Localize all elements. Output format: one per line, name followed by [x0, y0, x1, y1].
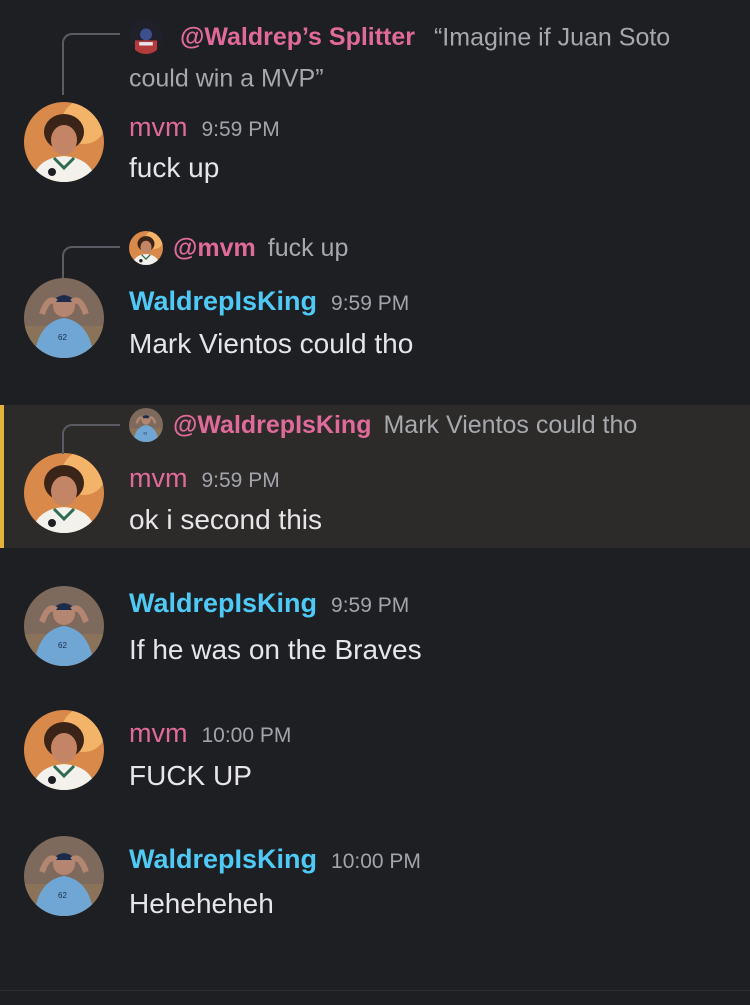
message[interactable]: mvm 10:00 PM FUCK UP	[0, 710, 750, 800]
reply-author[interactable]: @mvm	[173, 234, 256, 263]
username[interactable]: mvm	[129, 463, 187, 494]
message-text: ok i second this	[129, 504, 322, 535]
message-text: Mark Vientos could tho	[129, 328, 414, 359]
timestamp: 9:59 PM	[201, 118, 280, 141]
username[interactable]: mvm	[129, 718, 187, 749]
message-text: FUCK UP	[129, 760, 252, 791]
message[interactable]: WaldrepIsKing 9:59 PM If he was on the B…	[0, 586, 750, 676]
timestamp: 9:59 PM	[201, 469, 280, 492]
username[interactable]: WaldrepIsKing	[129, 844, 317, 875]
message[interactable]: mvm 9:59 PM fuck up	[0, 100, 750, 190]
reply-connector	[62, 424, 120, 454]
waldrep-avatar[interactable]	[24, 586, 104, 666]
message-text: fuck up	[129, 152, 220, 183]
timestamp: 10:00 PM	[331, 850, 421, 873]
reply-preview[interactable]: @Waldrep’s Splitter “Imagine if Juan Sot…	[129, 16, 729, 99]
reply-text[interactable]: Mark Vientos could tho	[383, 411, 637, 440]
message[interactable]: WaldrepIsKing 9:59 PM Mark Vientos could…	[0, 276, 750, 366]
message-text: Heheheheh	[129, 888, 274, 919]
mvm-avatar[interactable]	[24, 102, 104, 182]
username[interactable]: WaldrepIsKing	[129, 588, 317, 619]
message-text: If he was on the Braves	[129, 634, 422, 665]
username[interactable]: WaldrepIsKing	[129, 286, 317, 317]
timestamp: 10:00 PM	[201, 724, 292, 747]
message[interactable]: WaldrepIsKing 10:00 PM Heheheheh	[0, 836, 750, 926]
reply-author[interactable]: @WaldrepIsKing	[173, 411, 371, 440]
mvm-avatar[interactable]	[24, 453, 104, 533]
timestamp: 9:59 PM	[331, 594, 410, 617]
waldrep-avatar[interactable]	[24, 836, 104, 916]
reply-preview[interactable]: @mvm fuck up	[129, 231, 348, 265]
reply-author[interactable]: @Waldrep’s Splitter	[180, 23, 415, 51]
mvm-avatar[interactable]	[24, 710, 104, 790]
reply-preview[interactable]: @WaldrepIsKing Mark Vientos could tho	[129, 408, 637, 442]
reply-text[interactable]: fuck up	[268, 234, 349, 263]
timestamp: 9:59 PM	[331, 292, 410, 315]
splitter-avatar[interactable]	[129, 20, 163, 54]
username[interactable]: mvm	[129, 112, 187, 143]
reply-connector	[62, 246, 120, 278]
reply-connector	[62, 33, 120, 95]
divider	[0, 990, 750, 991]
waldrep-avatar[interactable]	[24, 278, 104, 358]
waldrep-avatar[interactable]	[129, 408, 163, 442]
mvm-avatar[interactable]	[129, 231, 163, 265]
